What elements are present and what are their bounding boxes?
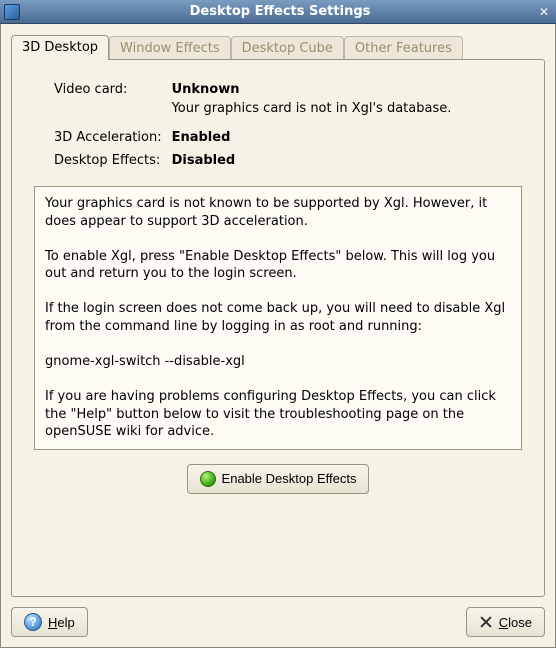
effects-value: Disabled [172, 153, 452, 168]
enable-row: Enable Desktop Effects [34, 464, 522, 494]
enable-desktop-effects-button[interactable]: Enable Desktop Effects [187, 464, 370, 494]
window-title: Desktop Effects Settings [24, 4, 536, 19]
enable-button-label: Enable Desktop Effects [222, 471, 357, 486]
message-box: Your graphics card is not known to be su… [34, 186, 522, 450]
tab-bar: 3D Desktop Window Effects Desktop Cube O… [11, 34, 545, 59]
close-button[interactable]: Close [466, 607, 545, 637]
close-icon[interactable]: ✕ [536, 4, 552, 20]
app-icon [4, 4, 20, 20]
help-button-label: Help [48, 615, 75, 630]
tab-3d-desktop[interactable]: 3D Desktop [11, 35, 109, 60]
info-grid: Video card: Unknown Your graphics card i… [54, 82, 522, 168]
tab-other-features[interactable]: Other Features [344, 36, 463, 60]
video-card-label: Video card: [54, 82, 162, 97]
close-x-icon [479, 615, 493, 629]
close-button-label: Close [499, 615, 532, 630]
window: Desktop Effects Settings ✕ 3D Desktop Wi… [0, 0, 556, 648]
video-card-note: Your graphics card is not in Xgl's datab… [172, 101, 452, 116]
client-area: 3D Desktop Window Effects Desktop Cube O… [0, 24, 556, 648]
video-card-value: Unknown [172, 82, 452, 97]
effects-label: Desktop Effects: [54, 153, 162, 168]
help-icon: ? [24, 613, 42, 631]
footer: ? Help Close [11, 597, 545, 637]
accel-label: 3D Acceleration: [54, 130, 162, 145]
tab-panel-3d-desktop: Video card: Unknown Your graphics card i… [11, 59, 545, 597]
help-button[interactable]: ? Help [11, 607, 88, 637]
tab-window-effects[interactable]: Window Effects [109, 36, 231, 60]
accel-value: Enabled [172, 130, 452, 145]
green-ball-icon [200, 471, 216, 487]
titlebar: Desktop Effects Settings ✕ [0, 0, 556, 24]
tab-desktop-cube[interactable]: Desktop Cube [231, 36, 344, 60]
